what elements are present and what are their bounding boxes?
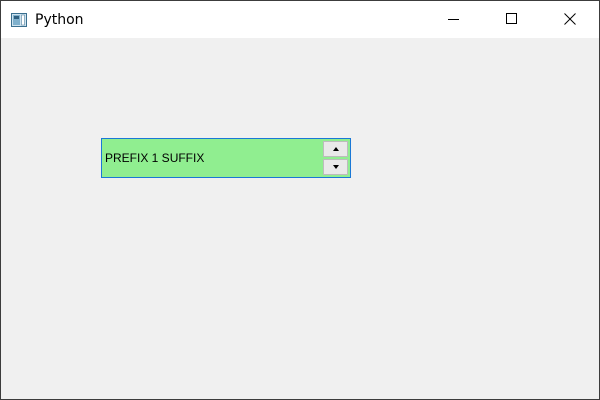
maximize-button[interactable] bbox=[489, 1, 535, 38]
app-window: Python PREFIX 1 SUFFIX bbox=[0, 0, 600, 400]
title-bar[interactable]: Python bbox=[1, 1, 599, 38]
window-title: Python bbox=[35, 12, 84, 28]
window-client-area: PREFIX 1 SUFFIX bbox=[1, 38, 599, 399]
minimize-button[interactable] bbox=[431, 1, 477, 38]
spin-up-button[interactable] bbox=[323, 141, 348, 157]
minimize-icon bbox=[448, 19, 459, 20]
arrow-down-icon bbox=[333, 165, 339, 169]
spinbox-value-text[interactable]: PREFIX 1 SUFFIX bbox=[105, 151, 204, 165]
spinbox[interactable]: PREFIX 1 SUFFIX bbox=[101, 138, 351, 178]
spin-down-button[interactable] bbox=[323, 159, 348, 175]
spinbox-buttons bbox=[323, 141, 348, 175]
arrow-up-icon bbox=[333, 147, 339, 151]
maximize-icon bbox=[506, 13, 517, 24]
python-app-icon bbox=[11, 12, 27, 27]
close-icon bbox=[564, 13, 576, 25]
close-button[interactable] bbox=[547, 1, 593, 38]
